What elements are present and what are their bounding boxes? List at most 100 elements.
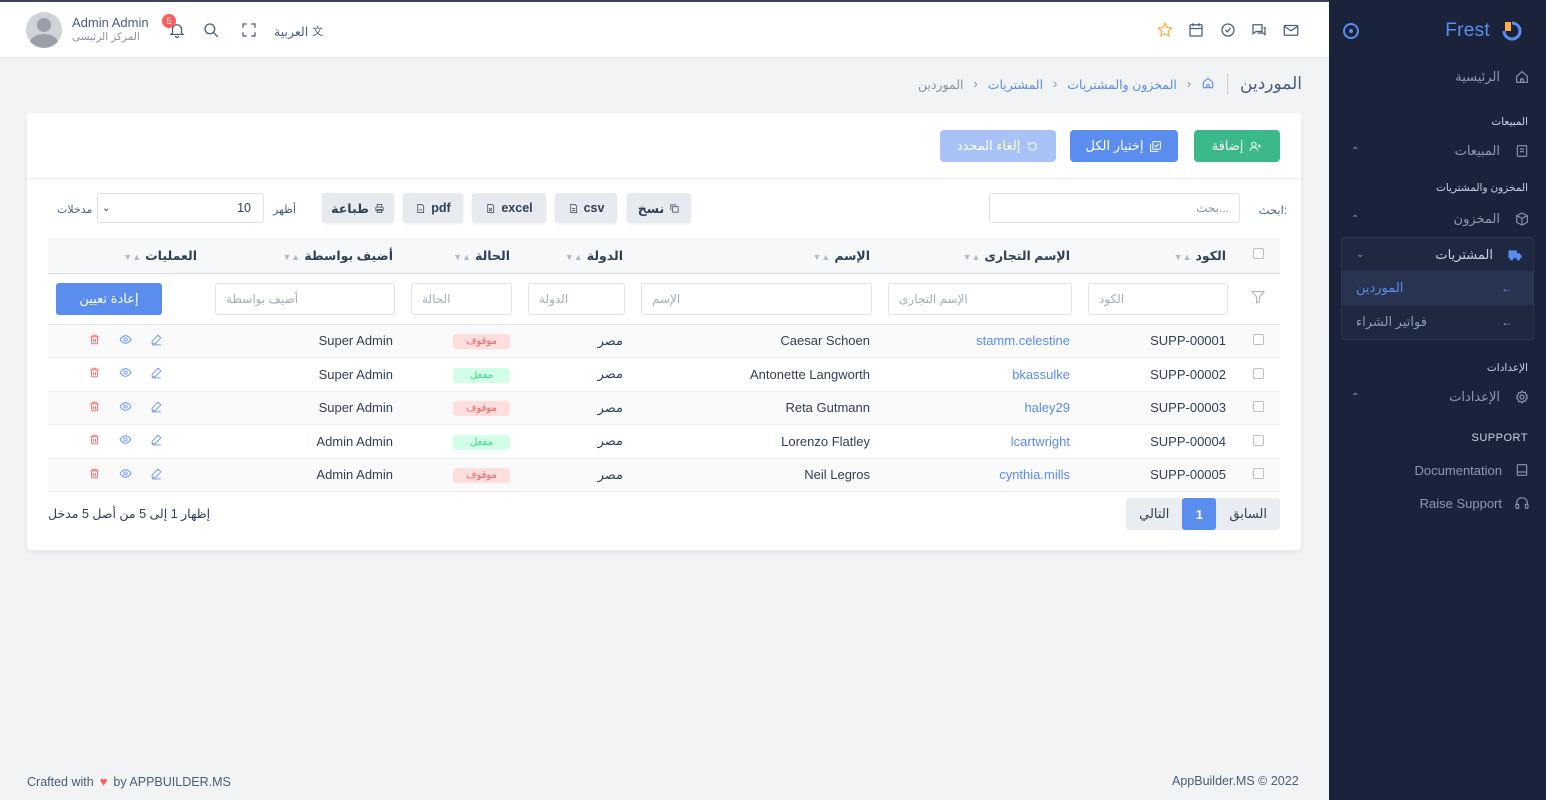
sidebar-item-suppliers[interactable]: ← الموردين [1342, 271, 1533, 305]
view-icon[interactable] [119, 366, 132, 382]
row-checkbox[interactable] [1252, 468, 1264, 480]
header-trade-name[interactable]: الإسم التجارى▲▼ [880, 238, 1080, 274]
home-icon[interactable] [1201, 76, 1215, 93]
pdf-button[interactable]: pdf [403, 193, 463, 223]
cell-trade-name-link[interactable]: stamm.celestine [976, 333, 1070, 348]
view-icon[interactable] [119, 467, 132, 483]
cell-added-by: Super Admin [207, 324, 403, 358]
cell-trade-name-link[interactable]: cynthia.mills [999, 467, 1070, 482]
filter-name-input[interactable]: الإسم [641, 282, 872, 315]
filter-code-input[interactable]: الكود [1088, 282, 1228, 315]
filter-added-by-input[interactable]: أضيف بواسطة [215, 282, 395, 315]
breadcrumb-separator: ‹ [1053, 77, 1058, 91]
language-switcher[interactable]: 文 العربية [274, 23, 323, 39]
breadcrumb-item[interactable]: المخزون والمشتريات [1067, 77, 1177, 92]
cell-trade-name-link[interactable]: lcartwright [1011, 434, 1070, 449]
sidebar-item-documentation[interactable]: Documentation [1329, 454, 1546, 486]
delete-icon[interactable] [88, 366, 101, 382]
cell-country: مصر [520, 424, 633, 459]
header-status[interactable]: الحالة▲▼ [403, 238, 520, 274]
header-country[interactable]: الدولة▲▼ [520, 238, 633, 274]
language-label: العربية [274, 24, 309, 39]
select-all-checkbox[interactable] [1252, 248, 1264, 260]
header-code[interactable]: الكود▲▼ [1080, 238, 1236, 274]
print-button[interactable]: طباعة [322, 193, 394, 223]
view-icon[interactable] [119, 333, 132, 349]
cell-code: SUPP-00005 [1080, 458, 1236, 492]
check-circle-icon[interactable] [1219, 21, 1237, 39]
sidebar-item-purchase-invoices[interactable]: ← فواتير الشراء [1342, 305, 1533, 339]
row-checkbox[interactable] [1252, 401, 1264, 413]
search-input[interactable]: بحث... [989, 193, 1240, 223]
cell-trade-name-link[interactable]: bkassulke [1012, 367, 1070, 382]
edit-icon[interactable] [150, 400, 163, 416]
row-checkbox[interactable] [1252, 367, 1264, 379]
excel-button[interactable]: excel [472, 193, 546, 223]
cell-country: مصر [520, 458, 633, 492]
cancel-selected-button[interactable]: إلغاء المحدد [940, 130, 1056, 162]
reset-filters-button[interactable]: إعادة تعيين [56, 282, 162, 315]
sidebar-item-sales[interactable]: المبيعات ⌃ [1329, 136, 1546, 166]
cell-added-by: Admin Admin [207, 458, 403, 492]
delete-icon[interactable] [88, 467, 101, 483]
filter-country-input[interactable]: الدولة [528, 282, 625, 315]
page-size-select[interactable]: ⌄ 10 [97, 193, 264, 223]
sidebar-item-home[interactable]: الرئيسية [1329, 62, 1546, 92]
user-menu[interactable]: Admin Admin المركز الرئيسى [26, 12, 149, 48]
header-name[interactable]: الإسم▲▼ [633, 238, 880, 274]
add-button[interactable]: إضافة [1194, 130, 1280, 162]
printer-icon [375, 203, 384, 213]
pagination-page-1[interactable]: 1 [1182, 498, 1217, 530]
mail-icon[interactable] [1282, 21, 1300, 39]
sidebar-item-raise-support[interactable]: Raise Support [1329, 486, 1546, 520]
row-checkbox[interactable] [1252, 434, 1264, 446]
delete-icon[interactable] [88, 433, 101, 449]
pagination-next[interactable]: التالي [1126, 498, 1182, 530]
sidebar-item-settings[interactable]: الإعدادات ⌃ [1329, 382, 1546, 412]
sidebar-item-purchases[interactable]: المشتريات ⌄ [1342, 238, 1533, 271]
sidebar-item-inventory[interactable]: المخزون ⌃ [1329, 204, 1546, 234]
card-actions: إضافة إختيار الكل إلغاء المحدد [27, 113, 1301, 179]
bell-icon[interactable]: 5 [162, 14, 186, 39]
cell-country: مصر [520, 391, 633, 425]
calendar-icon[interactable] [1187, 21, 1205, 39]
breadcrumb-item[interactable]: المشتريات [988, 77, 1043, 92]
header-operations[interactable]: العمليات▲▼ [48, 238, 207, 274]
view-icon[interactable] [119, 433, 132, 449]
suppliers-table: الكود▲▼ الإسم التجارى▲▼ الإسم▲▼ الدولة▲▼… [48, 238, 1280, 492]
sidebar-toggle-icon[interactable] [1343, 23, 1359, 39]
edit-icon[interactable] [150, 366, 163, 382]
star-icon[interactable] [1156, 21, 1174, 39]
filter-trade-name-input[interactable]: الإسم التجارى [888, 282, 1072, 315]
sidebar-group-purchases: المشتريات ⌄ ← الموردين ← فواتير الشراء [1341, 237, 1534, 340]
csv-button[interactable]: csv [555, 193, 617, 223]
footer-copyright: AppBuilder.MS © 2022 [1172, 774, 1299, 788]
brand-name[interactable]: Frest [1445, 20, 1490, 42]
user-name: Admin Admin [72, 15, 149, 30]
cell-code: SUPP-00003 [1080, 391, 1236, 425]
row-checkbox[interactable] [1252, 334, 1264, 346]
delete-icon[interactable] [88, 333, 101, 349]
header-select[interactable] [1236, 238, 1280, 274]
search-icon[interactable] [202, 21, 220, 39]
status-badge: موقوف [453, 401, 510, 417]
cell-country: مصر [520, 324, 633, 358]
cell-trade-name-link[interactable]: haley29 [1024, 400, 1070, 415]
pagination-prev[interactable]: السابق [1216, 498, 1280, 530]
edit-icon[interactable] [150, 433, 163, 449]
cell-name: Reta Gutmann [633, 391, 880, 425]
filter-icon [1236, 273, 1280, 325]
edit-icon[interactable] [150, 467, 163, 483]
document-icon [1516, 464, 1528, 476]
filter-status-input[interactable]: الحالة [411, 282, 512, 315]
header-added-by[interactable]: أضيف بواسطة▲▼ [207, 238, 403, 274]
fullscreen-icon[interactable] [240, 21, 258, 39]
view-icon[interactable] [119, 400, 132, 416]
edit-icon[interactable] [150, 333, 163, 349]
select-all-button[interactable]: إختيار الكل [1070, 130, 1178, 162]
copy-button[interactable]: نسخ [627, 193, 691, 223]
breadcrumb-separator: ‹ [1186, 77, 1192, 91]
notification-badge: 5 [162, 14, 176, 28]
chat-icon[interactable] [1250, 21, 1268, 39]
delete-icon[interactable] [88, 400, 101, 416]
